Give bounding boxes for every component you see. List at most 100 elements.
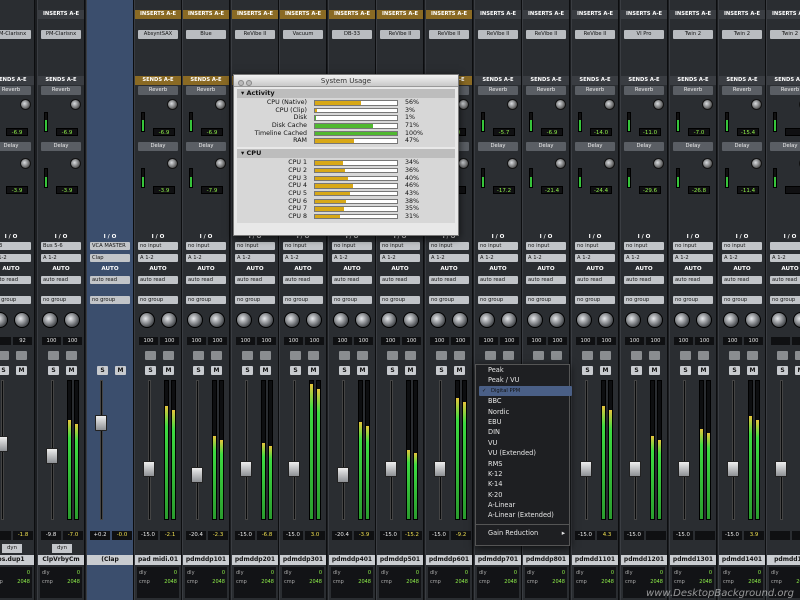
menu-item[interactable]: K-14 [476, 479, 569, 489]
pan-knob-left[interactable] [139, 312, 155, 328]
record-button[interactable] [631, 351, 642, 360]
insert-slot[interactable]: PM-Clarisnx [0, 30, 31, 39]
automation-mode-selector[interactable]: auto read [0, 276, 31, 284]
insert-slot[interactable]: Twin 2 [722, 30, 762, 39]
pan-knob-left[interactable] [187, 312, 203, 328]
send-level-knob[interactable] [653, 158, 664, 169]
pan-knob-right[interactable] [501, 312, 517, 328]
pan-knob-left[interactable] [42, 312, 58, 328]
volume-fader[interactable] [775, 460, 787, 477]
send-level-knob[interactable] [604, 158, 615, 169]
menu-item[interactable]: K-20 [476, 490, 569, 500]
system-usage-titlebar[interactable]: System Usage [234, 75, 458, 87]
pan-knob-right[interactable] [209, 312, 225, 328]
group-selector[interactable]: no group [90, 296, 130, 304]
input-selector[interactable]: no input [186, 242, 226, 250]
track-name[interactable]: pdmdd1301 [670, 555, 716, 565]
automation-mode-selector[interactable]: auto read [526, 276, 566, 284]
solo-button[interactable]: S [582, 366, 593, 375]
dyn-button[interactable]: dyn [52, 544, 72, 553]
system-usage-window[interactable]: System Usage ▾ Activity CPU (Native) 56% C… [233, 74, 459, 236]
send-a-slot[interactable]: Reverb [673, 86, 713, 95]
group-selector[interactable]: no group [235, 296, 275, 304]
record-button[interactable] [582, 351, 593, 360]
input-monitor-button[interactable] [405, 351, 416, 360]
volume-fader[interactable] [288, 460, 300, 477]
solo-button[interactable]: S [242, 366, 253, 375]
automation-mode-selector[interactable]: auto read [138, 276, 178, 284]
send-b-slot[interactable]: Delay [478, 142, 518, 151]
volume-fader[interactable] [143, 460, 155, 477]
automation-mode-selector[interactable]: auto read [283, 276, 323, 284]
pan-knob-left[interactable] [674, 312, 690, 328]
group-selector[interactable]: no group [41, 296, 81, 304]
pan-knob-right[interactable] [598, 312, 614, 328]
mute-button[interactable]: M [115, 366, 126, 375]
send-a-slot[interactable]: Reverb [722, 86, 762, 95]
input-monitor-button[interactable] [698, 351, 709, 360]
volume-fader[interactable] [678, 460, 690, 477]
input-monitor-button[interactable] [649, 351, 660, 360]
send-a-slot[interactable]: Reverb [138, 86, 178, 95]
send-a-slot[interactable]: Reverb [478, 86, 518, 95]
volume-fader[interactable] [727, 460, 739, 477]
mute-button[interactable]: M [260, 366, 271, 375]
group-selector[interactable]: no group [770, 296, 800, 304]
insert-slot[interactable]: Vacuum [283, 30, 323, 39]
automation-mode-selector[interactable]: auto read [673, 276, 713, 284]
send-b-slot[interactable]: Delay [138, 142, 178, 151]
send-a-slot[interactable]: Reverb [526, 86, 566, 95]
group-selector[interactable]: no group [624, 296, 664, 304]
track-name[interactable]: pdmdd1201 [621, 555, 667, 565]
window-controls[interactable] [238, 78, 254, 90]
insert-slot[interactable]: Blue [186, 30, 226, 39]
insert-slot[interactable]: ReVibe II [429, 30, 469, 39]
group-selector[interactable]: no group [0, 296, 31, 304]
volume-fader[interactable] [95, 414, 107, 431]
dyn-button[interactable]: dyn [2, 544, 22, 553]
automation-mode-selector[interactable]: auto read [186, 276, 226, 284]
menu-item[interactable]: A-Linear [476, 500, 569, 510]
input-monitor-button[interactable] [16, 351, 27, 360]
track-name[interactable]: ps.dup1 [0, 555, 34, 565]
input-selector[interactable]: VCA MASTER [90, 242, 130, 250]
send-b-slot[interactable]: Delay [722, 142, 762, 151]
input-monitor-button[interactable] [211, 351, 222, 360]
group-selector[interactable]: no group [526, 296, 566, 304]
volume-fader[interactable] [0, 435, 8, 452]
minimize-window-icon[interactable] [246, 80, 252, 86]
send-level-knob[interactable] [702, 99, 713, 110]
insert-slot[interactable]: Twin 2 [770, 30, 800, 39]
pan-knob-left[interactable] [625, 312, 641, 328]
send-a-slot[interactable]: Reverb [770, 86, 800, 95]
mute-button[interactable]: M [357, 366, 368, 375]
input-monitor-button[interactable] [747, 351, 758, 360]
output-selector[interactable]: A 1-2 [673, 254, 713, 262]
send-b-slot[interactable]: Delay [624, 142, 664, 151]
input-monitor-button[interactable] [260, 351, 271, 360]
record-button[interactable] [533, 351, 544, 360]
insert-slot[interactable]: AbsyntSAX [138, 30, 178, 39]
automation-mode-selector[interactable]: auto read [722, 276, 762, 284]
send-b-slot[interactable]: Delay [186, 142, 226, 151]
volume-fader[interactable] [629, 460, 641, 477]
pan-knob-right[interactable] [647, 312, 663, 328]
send-b-slot[interactable]: Delay [41, 142, 81, 151]
solo-button[interactable]: S [631, 366, 642, 375]
group-selector[interactable]: no group [575, 296, 615, 304]
group-selector[interactable]: no group [673, 296, 713, 304]
send-b-slot[interactable]: Delay [673, 142, 713, 151]
output-selector[interactable]: A 1-2 [478, 254, 518, 262]
pan-knob-left[interactable] [0, 312, 8, 328]
track-name[interactable]: ClpVrbyCm [38, 555, 84, 565]
track-name[interactable]: pdmddp801 [523, 555, 569, 565]
track-name[interactable]: pdmdd1401 [719, 555, 765, 565]
menu-item[interactable]: ✓ Digital PPM [479, 385, 572, 397]
record-button[interactable] [0, 351, 9, 360]
input-selector[interactable]: no input [722, 242, 762, 250]
insert-slot[interactable]: ReVibe II [526, 30, 566, 39]
input-selector[interactable]: no input [624, 242, 664, 250]
insert-slot[interactable]: ReVibe II [575, 30, 615, 39]
pan-knob-left[interactable] [771, 312, 787, 328]
pan-knob-right[interactable] [355, 312, 371, 328]
